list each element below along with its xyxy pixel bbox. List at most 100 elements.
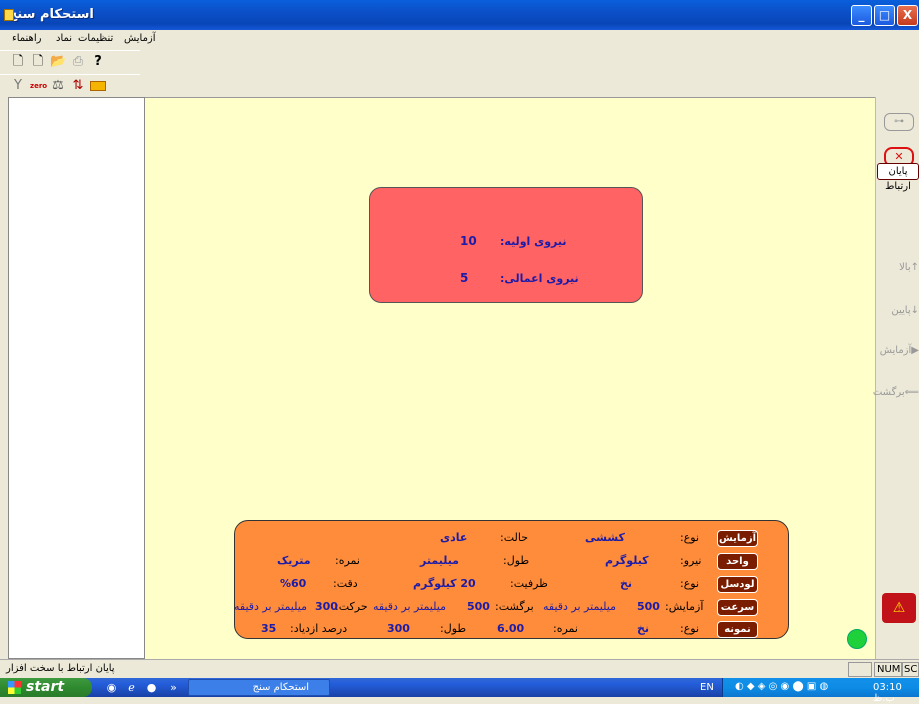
connect-icon[interactable]: ⊶	[884, 113, 914, 131]
up-label: بالا	[899, 262, 911, 273]
quicklaunch-ie-icon[interactable]: ℯ	[124, 680, 139, 695]
new-icon[interactable]: 🗋	[10, 54, 26, 70]
status-bar: پایان ارتباط با سخت افزار NUM SC	[0, 659, 919, 678]
status-blank	[848, 662, 872, 677]
tray-icons[interactable]: ◐ ◆ ◈ ◎ ◉ ⬤ ▣ ◍	[735, 681, 828, 692]
menu-view[interactable]: نماد	[56, 33, 72, 44]
system-tray: ◐ ◆ ◈ ◎ ◉ ⬤ ▣ ◍ 03:10 ب.ظ	[722, 678, 919, 704]
force-box: نیروی اولیه: 10 نیروی اعمالی: 5	[369, 187, 643, 303]
loadcell-capacity-label: ظرفیت:	[510, 577, 548, 590]
loadcell-button[interactable]: لودسل	[717, 576, 758, 593]
menu-bar: راهنماء نماد تنظیمات آزمایش	[0, 30, 919, 50]
left-tree-panel[interactable]	[8, 97, 145, 659]
menu-settings[interactable]: تنظیمات	[78, 33, 113, 44]
taskbar-app-button[interactable]: استحکام سنج	[188, 679, 330, 696]
play-icon: ▶	[911, 345, 919, 356]
toolbar-file: 🗋 🗋 📂 ⎙ ?	[0, 50, 140, 74]
taskbar-app-label: استحکام سنج	[252, 682, 309, 693]
sample-grade-value: 6.00	[497, 622, 525, 635]
test-button[interactable]: آزمایش	[717, 530, 758, 547]
loadcell-accuracy-label: دقت:	[333, 577, 358, 590]
maximize-button[interactable]: □	[874, 5, 895, 26]
help-icon[interactable]: ?	[90, 54, 106, 70]
unit-force-label: نیرو:	[680, 554, 702, 567]
speed-move-label: حرکت:	[335, 600, 368, 613]
window-title: استحکام سنج	[8, 7, 94, 22]
applied-force-label: نیروی اعمالی:	[500, 272, 579, 285]
clock[interactable]: 03:10 ب.ظ	[873, 682, 919, 704]
unit-length-value: میلیمتر	[420, 554, 459, 567]
loadcell-type-value: نخ	[620, 577, 633, 590]
sort-icon[interactable]: ⇅	[70, 78, 86, 94]
keyboard-icon[interactable]	[90, 81, 106, 91]
down-arrow-icon: ↓	[910, 305, 919, 316]
title-bar: استحکام سنج _ □ X	[0, 0, 919, 30]
speed-button[interactable]: سرعت	[717, 599, 758, 616]
tool-icon[interactable]: Y	[10, 78, 26, 94]
test-mode-value: عادی	[440, 531, 468, 544]
info-box: آزمایش نوع: کششی حالت: عادی واحد نیرو: ک…	[234, 520, 789, 639]
scroll-lock-indicator: SC	[901, 662, 919, 677]
sample-type-label: نوع:	[680, 622, 700, 635]
quicklaunch-desktop-icon[interactable]: ◉	[104, 680, 119, 695]
quicklaunch-chevron-icon[interactable]: »	[166, 680, 181, 695]
status-text: پایان ارتباط با سخت افزار	[6, 663, 115, 674]
unit-button[interactable]: واحد	[717, 553, 758, 570]
applied-force-value: 5	[460, 271, 469, 285]
sample-grade-label: نمره:	[553, 622, 578, 635]
end-connection-button[interactable]: پایان ارتباط	[877, 163, 919, 192]
new-doc-icon[interactable]: 🗋	[30, 54, 46, 70]
start-button[interactable]: start	[0, 678, 92, 697]
windows-logo-icon	[8, 681, 21, 694]
quicklaunch-media-icon[interactable]: ●	[144, 680, 159, 695]
open-icon[interactable]: 📂	[50, 54, 66, 70]
taskbar: start ◉ ℯ ● » استحکام سنج EN ◐ ◆ ◈ ◎ ◉ ⬤…	[0, 678, 919, 704]
speed-return-unit: میلیمتر بر دقیقه	[373, 600, 446, 613]
up-button[interactable]: ↑بالا	[879, 262, 919, 288]
sample-button[interactable]: نمونه	[717, 621, 758, 638]
emergency-icon[interactable]: ⚠	[882, 593, 916, 623]
sample-type-value: نخ	[637, 622, 650, 635]
close-button[interactable]: X	[897, 5, 918, 26]
loadcell-capacity-value: 20 کیلوگرم	[413, 577, 476, 590]
language-indicator[interactable]: EN	[700, 682, 714, 693]
sample-elongation-label: درصد ازدیاد:	[290, 622, 348, 635]
speed-test-unit: میلیمتر بر دقیقه	[543, 600, 616, 613]
return-button[interactable]: ⟸برگشت	[873, 387, 919, 413]
loadcell-type-label: نوع:	[680, 577, 700, 590]
test-run-button[interactable]: ▶آزمایش	[879, 345, 919, 371]
speed-move-value: 300	[315, 600, 338, 613]
unit-length-label: طول:	[503, 554, 530, 567]
sample-elongation-value: 35	[261, 622, 277, 635]
speed-return-value: 500	[467, 600, 490, 613]
right-control-bar: ⊶ ✕ پایان ارتباط ↑بالا ↓پایین ▶آزمایش ⟸ب…	[873, 97, 919, 659]
menu-help[interactable]: راهنماء	[12, 33, 41, 44]
return-arrow-icon: ⟸	[904, 387, 919, 398]
initial-force-label: نیروی اولیه:	[500, 235, 567, 248]
balance-icon[interactable]: ⚖	[50, 78, 66, 94]
num-lock-indicator: NUM	[874, 662, 904, 677]
initial-force-value: 10	[460, 234, 477, 248]
test-type-label: نوع:	[680, 531, 700, 544]
sample-length-value: 300	[387, 622, 410, 635]
main-canvas: نیروی اولیه: 10 نیروی اعمالی: 5 آزمایش ن…	[145, 97, 875, 659]
up-arrow-icon: ↑	[910, 262, 919, 273]
menu-test[interactable]: آزمایش	[124, 33, 156, 44]
unit-grade-label: نمره:	[335, 554, 360, 567]
return-label: برگشت	[872, 387, 905, 398]
minimize-button[interactable]: _	[851, 5, 872, 26]
start-label: start	[26, 679, 65, 695]
connection-status-indicator	[847, 629, 867, 649]
down-label: پایین	[891, 305, 911, 316]
zero-icon[interactable]: zero	[30, 78, 47, 94]
down-button[interactable]: ↓پایین	[879, 305, 919, 331]
test-type-value: کششی	[585, 531, 625, 544]
test-run-label: آزمایش	[879, 345, 912, 356]
speed-test-value: 500	[637, 600, 660, 613]
app-icon	[4, 9, 14, 21]
unit-grade-value: متریک	[277, 554, 311, 567]
print-icon[interactable]: ⎙	[70, 54, 86, 70]
speed-return-label: برگشت:	[495, 600, 534, 613]
speed-move-unit: میلیمتر بر دقیقه	[234, 600, 307, 613]
toolbar-tools: Y zero ⚖ ⇅	[0, 74, 140, 98]
